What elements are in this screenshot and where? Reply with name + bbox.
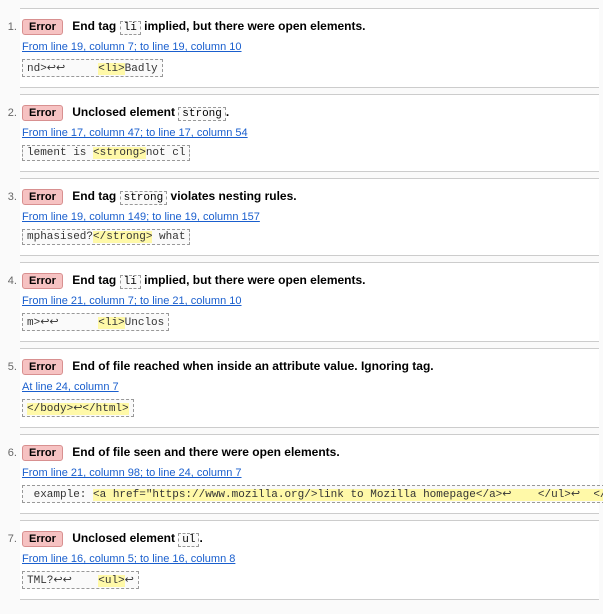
snippet-highlight: </strong> [93, 231, 152, 243]
error-list: Error End tag li implied, but there were… [4, 8, 599, 600]
msg-code: strong [178, 107, 226, 121]
error-badge: Error [22, 445, 63, 461]
error-message: Error End tag li implied, but there were… [22, 273, 591, 289]
error-item: Error Unclosed element strong. From line … [20, 94, 599, 172]
code-snippet: </body>↩</html> [22, 399, 134, 417]
error-item: Error Unclosed element ul. From line 16, … [20, 520, 599, 600]
snippet-highlight: <strong> [93, 147, 146, 159]
error-badge: Error [22, 359, 63, 375]
snippet-post: ↩ [125, 575, 134, 587]
error-item: Error End tag li implied, but there were… [20, 262, 599, 342]
snippet-highlight: </body>↩</html> [27, 403, 129, 415]
error-location-link[interactable]: From line 21, column 7; to line 21, colu… [22, 295, 242, 307]
snippet-pre: lement is [27, 147, 93, 159]
error-message: Error Unclosed element strong. [22, 105, 591, 121]
snippet-post: Unclos [125, 317, 165, 329]
msg-pre: Unclosed element [72, 531, 178, 545]
msg-pre: End tag [72, 189, 119, 203]
error-badge: Error [22, 273, 63, 289]
msg-pre: End tag [72, 19, 119, 33]
snippet-post: Badly [125, 63, 158, 75]
error-message: Error End of file reached when inside an… [22, 359, 591, 375]
snippet-pre: mphasised? [27, 231, 93, 243]
code-snippet: example: <a href="https://www.mozilla.or… [22, 485, 603, 503]
code-snippet: nd>↩↩ <li>Badly [22, 59, 163, 77]
error-location-link[interactable]: From line 19, column 7; to line 19, colu… [22, 41, 242, 53]
msg-pre: End tag [72, 273, 119, 287]
msg-post: implied, but there were open elements. [141, 19, 366, 33]
error-item: Error End tag strong violates nesting ru… [20, 178, 599, 256]
code-snippet: lement is <strong>not cl [22, 145, 190, 161]
error-badge: Error [22, 189, 63, 205]
snippet-highlight: <li> [98, 317, 124, 329]
error-badge: Error [22, 105, 63, 121]
error-item: Error End of file reached when inside an… [20, 348, 599, 428]
msg-code: strong [120, 191, 168, 205]
msg-pre: End of file seen and there were open ele… [72, 445, 339, 459]
snippet-post: what [152, 231, 185, 243]
error-location-link[interactable]: From line 17, column 47; to line 17, col… [22, 127, 248, 139]
msg-code: li [120, 21, 141, 35]
error-location-link[interactable]: From line 19, column 149; to line 19, co… [22, 211, 260, 223]
msg-post: violates nesting rules. [167, 189, 296, 203]
msg-code: ul [178, 533, 199, 547]
snippet-pre: m>↩↩ [27, 317, 98, 329]
msg-post: . [226, 105, 229, 119]
snippet-pre: TML?↩↩ [27, 575, 98, 587]
snippet-highlight: <a href="https://www.mozilla.org/>link t… [93, 489, 603, 501]
snippet-highlight: <ul> [98, 575, 124, 587]
error-location-link[interactable]: From line 16, column 5; to line 16, colu… [22, 553, 235, 565]
code-snippet: mphasised?</strong> what [22, 229, 190, 245]
error-item: Error End of file seen and there were op… [20, 434, 599, 514]
error-badge: Error [22, 531, 63, 547]
msg-code: li [120, 275, 141, 289]
error-message: Error End of file seen and there were op… [22, 445, 591, 461]
code-snippet: TML?↩↩ <ul>↩ [22, 571, 139, 589]
snippet-post: not cl [146, 147, 186, 159]
error-message: Error End tag strong violates nesting ru… [22, 189, 591, 205]
msg-post: . [199, 531, 202, 545]
msg-post: implied, but there were open elements. [141, 273, 366, 287]
snippet-pre: example: [27, 489, 93, 501]
msg-pre: End of file reached when inside an attri… [72, 359, 433, 373]
msg-pre: Unclosed element [72, 105, 178, 119]
snippet-highlight: <li> [98, 63, 124, 75]
error-badge: Error [22, 19, 63, 35]
error-message: Error End tag li implied, but there were… [22, 19, 591, 35]
code-snippet: m>↩↩ <li>Unclos [22, 313, 169, 331]
error-location-link[interactable]: From line 21, column 98; to line 24, col… [22, 467, 242, 479]
error-item: Error End tag li implied, but there were… [20, 8, 599, 88]
error-message: Error Unclosed element ul. [22, 531, 591, 547]
snippet-pre: nd>↩↩ [27, 63, 98, 75]
error-location-link[interactable]: At line 24, column 7 [22, 381, 119, 393]
